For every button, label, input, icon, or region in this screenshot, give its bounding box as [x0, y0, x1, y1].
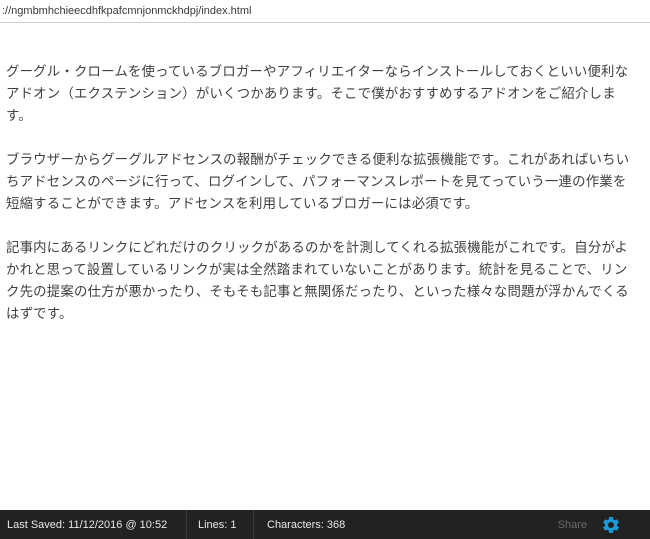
gear-icon-svg: [603, 516, 619, 533]
editor-paragraph[interactable]: 記事内にあるリンクにどれだけのクリックがあるのかを計測してくれる拡張機能がこれで…: [6, 238, 638, 326]
line-count: Lines: 1: [187, 510, 254, 539]
character-count: Characters: 368: [267, 518, 346, 531]
status-bar: Last Saved: 11/12/2016 @ 10:52 Lines: 1 …: [0, 510, 650, 539]
address-bar[interactable]: ://ngmbmhchieecdhfkpafcmnjonmckhdpj/inde…: [0, 0, 650, 23]
address-url[interactable]: ://ngmbmhchieecdhfkpafcmnjonmckhdpj/inde…: [2, 5, 251, 17]
writer-app-window: ://ngmbmhchieecdhfkpafcmnjonmckhdpj/inde…: [0, 0, 650, 539]
editor-paragraph[interactable]: ブラウザーからグーグルアドセンスの報酬がチェックできる便利な拡張機能です。これが…: [6, 150, 638, 216]
gear-icon[interactable]: [601, 515, 621, 535]
last-saved-status: Last Saved: 11/12/2016 @ 10:52: [0, 510, 187, 539]
text-editor[interactable]: グーグル・クロームを使っているブロガーやアフィリエイターならインストールしておく…: [0, 24, 650, 510]
share-button[interactable]: Share: [558, 519, 587, 531]
editor-paragraph[interactable]: グーグル・クロームを使っているブロガーやアフィリエイターならインストールしておく…: [6, 62, 638, 128]
